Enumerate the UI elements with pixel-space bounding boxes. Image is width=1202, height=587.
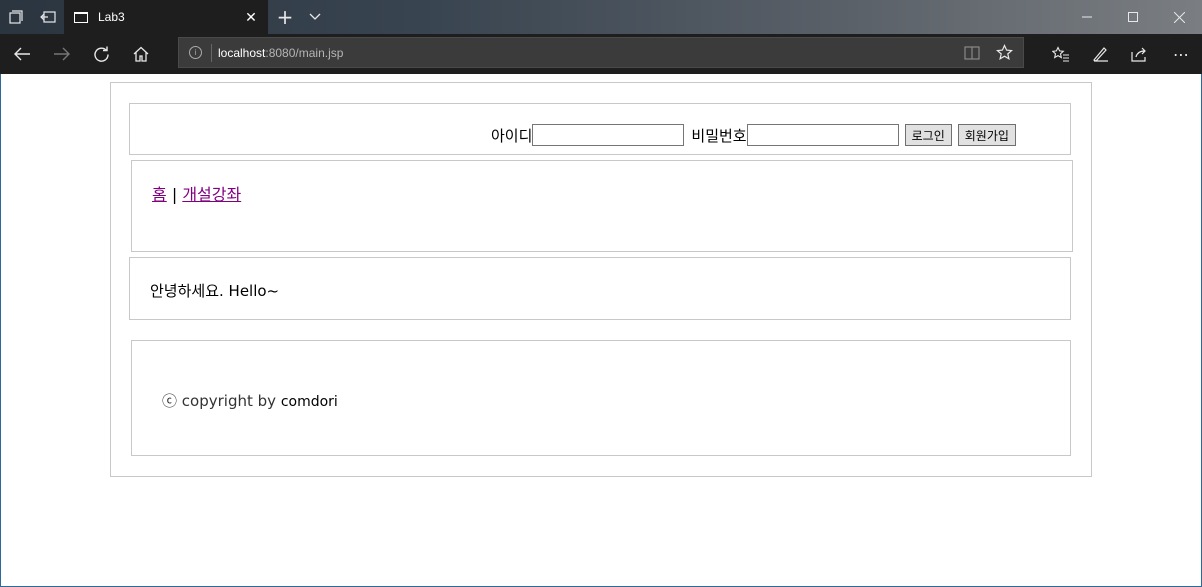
- nav-separator: |: [171, 185, 178, 204]
- home-link[interactable]: 홈: [152, 185, 167, 204]
- new-tab-icon[interactable]: +: [270, 0, 300, 34]
- copyright-author: comdori: [280, 394, 338, 410]
- login-form: 아이디 비밀번호 로그인 회원가입: [491, 122, 1016, 148]
- copyright: ⓒ copyright by comdori: [162, 390, 338, 411]
- share-icon[interactable]: [1120, 34, 1160, 74]
- info-icon[interactable]: i: [189, 46, 202, 59]
- password-input[interactable]: [746, 124, 899, 146]
- navigation-bar: i localhost:8080/main.jsp ⋯: [0, 34, 1202, 74]
- nav-links: 홈 | 개설강좌: [152, 181, 241, 205]
- copyright-text: copyright by: [181, 392, 277, 410]
- refresh-icon[interactable]: [81, 34, 121, 74]
- id-input[interactable]: [532, 124, 685, 146]
- url-host: localhost: [218, 45, 266, 60]
- nav-section: [131, 160, 1073, 252]
- courses-link[interactable]: 개설강좌: [182, 185, 241, 204]
- address-bar[interactable]: i localhost:8080/main.jsp: [178, 37, 1024, 68]
- greeting-text: 안녕하세요. Hello~: [150, 282, 280, 300]
- tab-title: Lab3: [98, 10, 125, 24]
- login-button[interactable]: 로그인: [904, 124, 952, 146]
- copyright-symbol: ⓒ: [162, 392, 178, 410]
- password-label: 비밀번호: [691, 126, 747, 145]
- favorite-star-icon[interactable]: [996, 44, 1013, 61]
- close-tab-icon[interactable]: ✕: [234, 9, 268, 26]
- chevron-down-icon[interactable]: [300, 0, 330, 34]
- address-separator: [211, 43, 212, 62]
- id-label: 아이디: [491, 126, 533, 145]
- url-path: :8080/main.jsp: [265, 45, 344, 60]
- set-aside-tabs-icon[interactable]: [32, 0, 64, 34]
- reading-view-icon[interactable]: [964, 45, 980, 61]
- address-url[interactable]: localhost:8080/main.jsp: [218, 46, 343, 60]
- back-icon[interactable]: [2, 34, 42, 74]
- home-icon[interactable]: [121, 34, 161, 74]
- tab-manager-icon[interactable]: [0, 0, 32, 34]
- signup-button[interactable]: 회원가입: [957, 124, 1016, 146]
- more-icon[interactable]: ⋯: [1161, 34, 1201, 74]
- title-bar: Lab3 ✕ +: [0, 0, 1202, 34]
- page-icon: [74, 11, 88, 23]
- favorites-list-icon[interactable]: [1041, 34, 1081, 74]
- minimize-icon[interactable]: [1064, 0, 1110, 34]
- forward-icon: [42, 34, 82, 74]
- tab-lab3[interactable]: Lab3 ✕: [64, 0, 268, 34]
- close-window-icon[interactable]: [1156, 0, 1202, 34]
- pen-notes-icon[interactable]: [1081, 34, 1121, 74]
- maximize-icon[interactable]: [1110, 0, 1156, 34]
